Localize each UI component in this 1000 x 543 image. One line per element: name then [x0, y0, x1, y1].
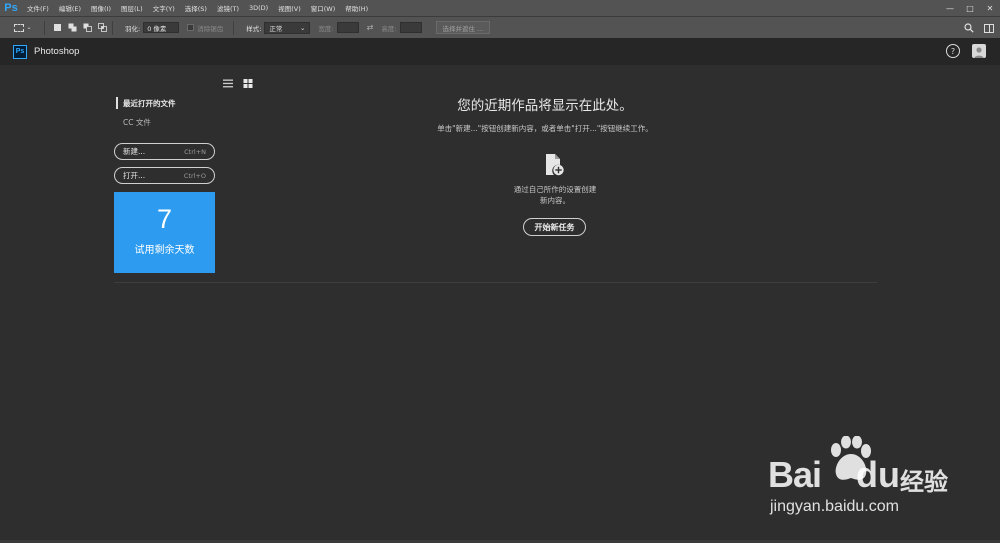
style-label: 样式:	[246, 24, 262, 33]
rectangular-marquee-icon	[14, 23, 25, 32]
new-button-shortcut: Ctrl+N	[184, 147, 206, 156]
app-header: Ps Photoshop ?	[0, 38, 1000, 65]
menu-help[interactable]: 帮助(H)	[340, 3, 373, 13]
height-input[interactable]	[399, 22, 422, 33]
trial-days-count: 7	[156, 204, 173, 234]
new-button-label: 新建...	[123, 147, 146, 156]
workspace-panel-icon[interactable]	[984, 23, 994, 33]
menu-view[interactable]: 视图(V)	[273, 3, 306, 13]
watermark-url: jingyan.baidu.com	[770, 498, 899, 515]
minimize-button[interactable]: —	[940, 0, 960, 16]
trial-days-card[interactable]: 7 试用剩余天数	[114, 192, 215, 273]
menu-3d[interactable]: 3D(D)	[244, 4, 273, 12]
selection-mode-group	[51, 22, 108, 34]
new-document-icon	[546, 154, 564, 176]
menu-filter[interactable]: 滤镜(T)	[212, 3, 244, 13]
menu-type[interactable]: 文字(Y)	[148, 3, 180, 13]
select-and-mask-button[interactable]: 选择并遮住 ...	[435, 21, 491, 34]
separator	[44, 20, 45, 35]
new-content-description: 通过自己所作的设置创建 新内容。	[480, 184, 630, 206]
watermark-du: du	[856, 454, 900, 495]
recent-work-hint: 单击"新建..."按钮创建新内容，或者单击"打开..."按钮继续工作。	[437, 124, 653, 133]
menu-image[interactable]: 图像(I)	[86, 3, 116, 13]
separator	[112, 20, 113, 35]
list-view-icon[interactable]	[223, 79, 233, 88]
recent-work-headline: 您的近期作品将显示在此处。	[457, 98, 633, 114]
chevron-down-icon: ⌄	[299, 23, 306, 32]
close-button[interactable]: ✕	[980, 0, 1000, 16]
start-new-task-button[interactable]: 开始新任务	[523, 218, 586, 236]
window-controls: — □ ✕	[940, 0, 1000, 16]
swap-icon[interactable]: ⇄	[367, 23, 374, 32]
menu-file[interactable]: 文件(F)	[22, 3, 54, 13]
separator	[233, 20, 235, 35]
new-file-button[interactable]: 新建... Ctrl+N	[114, 143, 215, 160]
intersect-selection-icon[interactable]	[96, 22, 108, 34]
add-to-selection-icon[interactable]	[66, 22, 78, 34]
height-label: 高度:	[381, 24, 397, 33]
feather-input[interactable]: 0 像素	[143, 22, 180, 33]
trial-days-label: 试用剩余天数	[134, 245, 195, 256]
photoshop-logo-icon: Ps	[13, 44, 27, 59]
open-file-button[interactable]: 打开... Ctrl+O	[114, 167, 215, 184]
grid-view-icon[interactable]	[243, 79, 253, 88]
new-selection-icon[interactable]	[51, 22, 63, 34]
width-label: 宽度:	[318, 24, 334, 33]
menu-select[interactable]: 选择(S)	[180, 3, 212, 13]
baidu-watermark: Bai du 经验 jingyan.baidu.com	[768, 436, 948, 526]
watermark-jingyan: 经验	[900, 468, 948, 496]
description-line-1: 通过自己所作的设置创建	[513, 185, 597, 194]
search-icon[interactable]	[964, 23, 974, 33]
section-divider	[114, 282, 877, 283]
width-input[interactable]	[336, 22, 359, 33]
cc-files-link[interactable]: CC 文件	[123, 117, 151, 128]
watermark-bai: Bai	[768, 454, 822, 495]
menu-edit[interactable]: 编辑(E)	[54, 3, 86, 13]
help-icon[interactable]: ?	[946, 44, 960, 58]
antialias-label: 消除锯齿	[197, 24, 224, 33]
description-line-2: 新内容。	[540, 196, 570, 205]
style-value: 正常	[269, 24, 283, 33]
recent-files-title[interactable]: 最近打开的文件	[116, 97, 176, 109]
chevron-down-icon: ⌄	[26, 24, 32, 31]
antialias-checkbox[interactable]	[187, 24, 195, 31]
user-avatar-icon[interactable]	[972, 44, 986, 58]
options-bar: ⌄ 羽化: 0 像素 消除锯齿 样式: 正常 ⌄ 宽度: ⇄ 高度: 选择并遮住…	[0, 16, 1000, 38]
open-button-shortcut: Ctrl+O	[183, 171, 206, 180]
tool-preset-picker[interactable]: ⌄	[6, 20, 40, 36]
options-right	[964, 17, 994, 39]
feather-label: 羽化:	[125, 24, 141, 33]
subtract-from-selection-icon[interactable]	[81, 22, 93, 34]
menu-bar: Ps 文件(F) 编辑(E) 图像(I) 图层(L) 文字(Y) 选择(S) 滤…	[0, 0, 1000, 16]
open-button-label: 打开...	[123, 171, 146, 180]
style-select[interactable]: 正常 ⌄	[264, 21, 311, 34]
app-title: Photoshop	[34, 46, 80, 57]
maximize-button[interactable]: □	[960, 0, 980, 16]
menu-layer[interactable]: 图层(L)	[116, 3, 148, 13]
app-logo[interactable]: Ps	[0, 0, 22, 16]
menu-window[interactable]: 窗口(W)	[306, 3, 341, 13]
